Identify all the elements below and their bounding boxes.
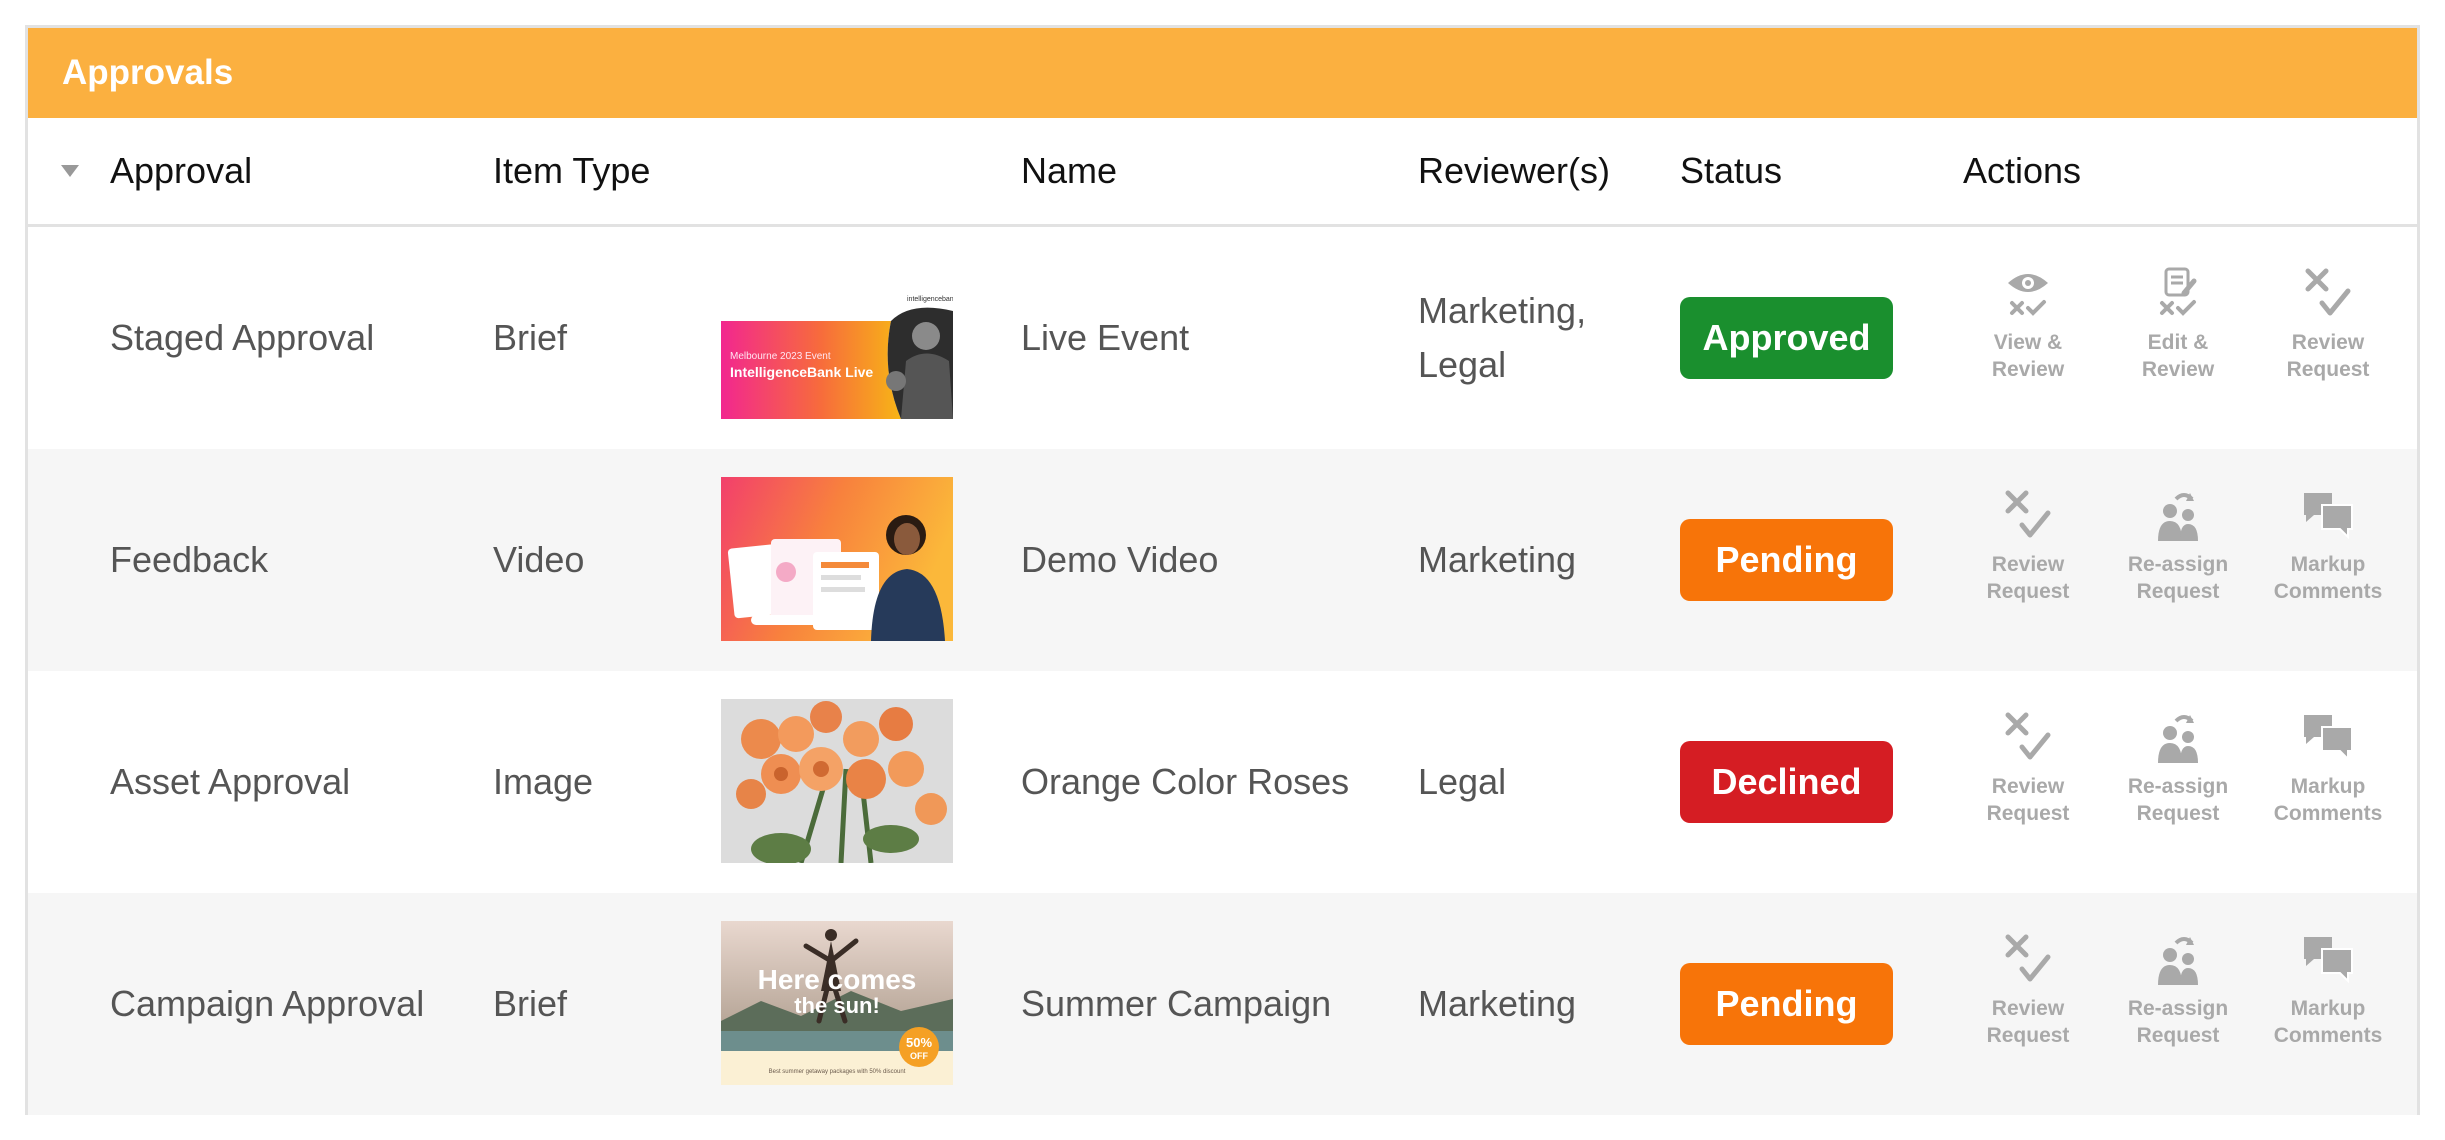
review-request-action[interactable]: Review Request [1963,933,2093,1049]
item-type: Video [493,539,585,580]
roses-image-thumbnail [721,699,953,863]
approvals-panel: Approvals Approval Item Type Name Review… [25,25,2420,1115]
action-label: Re-assign Request [2127,997,2229,1047]
edit-review-action[interactable]: Edit & Review [2113,267,2243,383]
thumbnail-demo-video[interactable] [721,477,953,641]
thumb-headline-1: Here comes [758,964,917,995]
reviewers: Marketing, Legal [1418,290,1587,385]
status-badge: Pending [1680,963,1893,1045]
table-row[interactable]: Asset Approval Image Orange Color Roses … [28,671,2417,893]
thumbnail-live-event[interactable]: intelligencebank Melbourne 2023 Event In… [721,291,953,419]
action-label: Re-assign Request [2127,775,2229,825]
action-label: Edit & Review [2141,331,2215,381]
thumb-discount-sub: OFF [910,1051,928,1061]
sort-caret-icon[interactable] [61,165,79,177]
eye-review-icon [2008,274,2048,316]
markup-comments-icon [2304,493,2353,540]
col-actions: Actions [1963,150,2082,191]
item-type: Brief [493,983,568,1024]
review-request-icon [2305,268,2351,316]
view-review-action[interactable]: View & Review [1963,267,2093,383]
action-label: Markup Comments [2273,553,2383,603]
thumb-brand: intelligencebank [907,296,953,303]
panel-title: Approvals [62,53,234,92]
action-label: Review Request [1986,997,2070,1047]
markup-comments-icon [2304,937,2353,984]
thumb-event: Melbourne 2023 Event [730,351,831,362]
table-row[interactable]: Campaign Approval Brief Here comes the s… [28,893,2417,1115]
review-request-action[interactable]: Review Request [2263,267,2393,383]
campaign-brief-thumbnail: Here comes the sun! 50% OFF Best summer … [721,921,953,1085]
item-name[interactable]: Summer Campaign [1021,893,1331,1115]
event-brief-thumbnail: intelligencebank Melbourne 2023 Event In… [721,291,953,419]
thumb-discount: 50% [906,1035,932,1050]
thumbnail-summer-campaign[interactable]: Here comes the sun! 50% OFF Best summer … [721,921,953,1085]
reviewers: Marketing [1418,539,1577,580]
thumbnail-orange-roses[interactable] [721,699,953,863]
markup-comments-action[interactable]: Markup Comments [2263,711,2393,827]
review-request-action[interactable]: Review Request [1963,489,2093,605]
col-reviewers[interactable]: Reviewer(s) [1418,118,1610,224]
approval-type: Asset Approval [110,761,351,802]
approval-type: Campaign Approval [110,983,425,1024]
video-thumbnail [721,477,953,641]
col-status[interactable]: Status [1680,118,1782,224]
status-badge: Declined [1680,741,1893,823]
reassign-request-action[interactable]: Re-assign Request [2113,711,2243,827]
approval-type: Feedback [110,539,269,580]
action-label: View & Review [1991,331,2065,381]
review-request-icon [2005,934,2051,982]
table-row[interactable]: Staged Approval Brief intelligencebank M… [28,227,2417,449]
col-name[interactable]: Name [1021,118,1117,224]
item-type: Image [493,761,594,802]
reviewers: Legal [1418,761,1507,802]
markup-comments-icon [2304,715,2353,762]
reviewers: Marketing [1418,983,1577,1024]
action-label: Review Request [2286,331,2370,381]
reassign-request-icon [2158,937,2198,985]
item-name[interactable]: Demo Video [1021,449,1218,671]
approval-type: Staged Approval [110,317,375,358]
markup-comments-action[interactable]: Markup Comments [2263,933,2393,1049]
thumb-tagline: Best summer getaway packages with 50% di… [769,1069,906,1075]
col-item-type[interactable]: Item Type [493,118,650,224]
item-name[interactable]: Live Event [1021,227,1189,449]
action-label: Re-assign Request [2127,553,2229,603]
action-label: Review Request [1986,553,2070,603]
review-request-icon [2005,712,2051,760]
action-label: Markup Comments [2273,775,2383,825]
status-badge: Pending [1680,519,1893,601]
table-header: Approval Item Type Name Reviewer(s) Stat… [28,118,2417,227]
edit-review-icon [2160,267,2197,316]
panel-title-bar: Approvals [28,28,2417,118]
status-badge: Approved [1680,297,1893,379]
thumb-headline-2: the sun! [794,993,880,1018]
item-type: Brief [493,317,568,358]
review-request-action[interactable]: Review Request [1963,711,2093,827]
col-approval[interactable]: Approval [110,118,252,224]
reassign-request-action[interactable]: Re-assign Request [2113,489,2243,605]
reassign-request-icon [2158,493,2198,541]
item-name[interactable]: Orange Color Roses [1021,671,1349,893]
reassign-request-icon [2158,715,2198,763]
review-request-icon [2005,490,2051,538]
reassign-request-action[interactable]: Re-assign Request [2113,933,2243,1049]
action-label: Review Request [1986,775,2070,825]
thumb-headline: IntelligenceBank Live [730,364,873,380]
markup-comments-action[interactable]: Markup Comments [2263,489,2393,605]
table-row[interactable]: Feedback Video Demo Video Marketing Pend… [28,449,2417,671]
action-label: Markup Comments [2273,997,2383,1047]
